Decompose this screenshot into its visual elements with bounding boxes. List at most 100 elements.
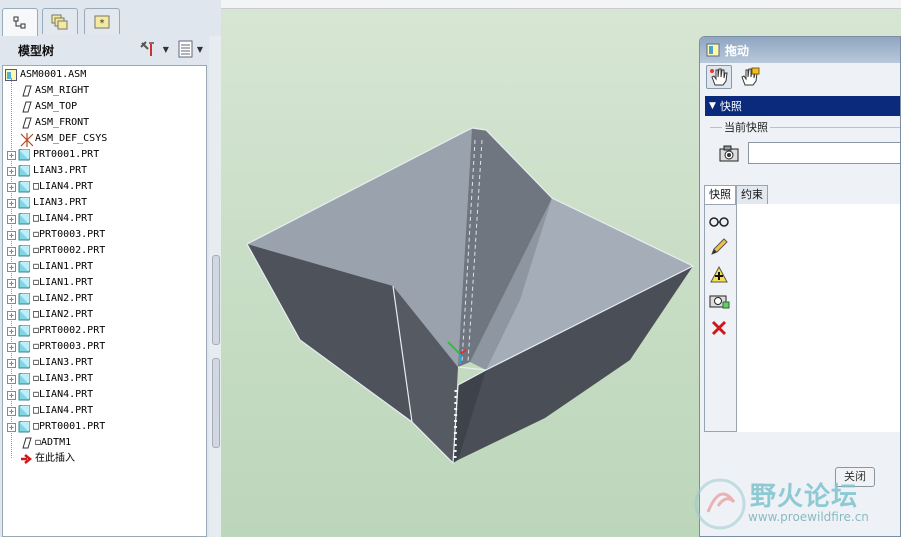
camera-snapshot-button[interactable] bbox=[708, 290, 730, 310]
tree-item[interactable]: + □PRT0001.PRT bbox=[7, 419, 207, 435]
view-snapshot-button[interactable] bbox=[708, 211, 730, 231]
part-icon bbox=[18, 244, 31, 257]
hand-body-icon bbox=[741, 67, 760, 86]
part-icon bbox=[18, 388, 31, 401]
tree-item[interactable]: + ◻LIAN2.PRT bbox=[7, 291, 207, 307]
tree-item[interactable]: + □LIAN4.PRT bbox=[7, 179, 207, 195]
tree-item-label: □PRT0001.PRT bbox=[33, 421, 106, 432]
tab-favorites[interactable]: * bbox=[84, 8, 120, 34]
tree-item[interactable]: ASM_TOP bbox=[7, 99, 207, 115]
tree-item[interactable]: + ◻PRT0003.PRT bbox=[7, 339, 207, 355]
watermark-logo-icon bbox=[694, 478, 746, 530]
tree-item[interactable]: + ◻PRT0002.PRT bbox=[7, 323, 207, 339]
tree-item-label: ASM0001.ASM bbox=[20, 69, 87, 80]
tree-item-label: ◻PRT0002.PRT bbox=[33, 325, 106, 336]
edit-snapshot-button[interactable] bbox=[708, 237, 730, 257]
tree-item[interactable]: + PRT0001.PRT bbox=[7, 147, 207, 163]
part-icon bbox=[18, 196, 31, 209]
part-icon bbox=[18, 404, 31, 417]
viewport-top-bar bbox=[221, 0, 901, 9]
tree-item[interactable]: ASM0001.ASM bbox=[5, 67, 205, 83]
tree-item-label: 在此插入 bbox=[35, 453, 75, 464]
tree-item-label: □LIAN2.PRT bbox=[33, 309, 94, 320]
tree-item[interactable]: + LIAN3.PRT bbox=[7, 163, 207, 179]
dialog-app-icon bbox=[706, 43, 720, 57]
hand-drag-icon bbox=[710, 68, 728, 86]
tree-item-label: ◻LIAN3.PRT bbox=[33, 357, 94, 368]
part-icon bbox=[18, 260, 31, 273]
datum-plane-icon bbox=[20, 101, 32, 113]
tree-item[interactable]: + ◻LIAN1.PRT bbox=[7, 275, 207, 291]
edit-pencil-icon bbox=[711, 238, 728, 255]
tree-item-label: ASM_FRONT bbox=[35, 117, 90, 128]
favorites-tab-icon: * bbox=[94, 15, 110, 29]
part-icon bbox=[18, 164, 31, 177]
drag-point-button[interactable] bbox=[706, 65, 732, 89]
csys-icon bbox=[20, 133, 34, 147]
tree-item-label: ◻PRT0003.PRT bbox=[33, 229, 106, 240]
tab-constraints[interactable]: 约束 bbox=[736, 185, 768, 204]
tree-item[interactable]: + ◻LIAN3.PRT bbox=[7, 355, 207, 371]
tab-snapshots[interactable]: 快照 bbox=[704, 185, 736, 204]
layers-tab-icon bbox=[51, 14, 68, 29]
navigator-tab-strip: * bbox=[0, 0, 221, 36]
forum-watermark: 野火论坛 www.proewildfire.cn bbox=[688, 470, 901, 537]
tree-item-label: ◻LIAN3.PRT bbox=[33, 373, 94, 384]
part-icon bbox=[18, 308, 31, 321]
tab-model-tree[interactable] bbox=[2, 8, 38, 36]
tree-item[interactable]: ASM_FRONT bbox=[7, 115, 207, 131]
tree-item[interactable]: + ◻LIAN3.PRT bbox=[7, 371, 207, 387]
tree-item[interactable]: + □LIAN4.PRT bbox=[7, 403, 207, 419]
tree-item[interactable]: ◻ADTM1 bbox=[7, 435, 207, 451]
watermark-title: 野火论坛 bbox=[750, 482, 859, 512]
part-icon bbox=[18, 340, 31, 353]
tree-item[interactable]: + □LIAN4.PRT bbox=[7, 211, 207, 227]
tree-item[interactable]: + LIAN3.PRT bbox=[7, 195, 207, 211]
tree-item-label: ASM_RIGHT bbox=[35, 85, 90, 96]
part-icon bbox=[18, 324, 31, 337]
dialog-title-bar[interactable]: 拖动 bbox=[700, 37, 900, 63]
dialog-title: 拖动 bbox=[725, 43, 750, 58]
splitter-grip-lower[interactable] bbox=[212, 358, 220, 448]
drag-dialog: 拖动 ▼ 快照 当前快照 快照 约束 关闭 bbox=[699, 36, 901, 537]
model-tree[interactable]: ASM0001.ASM ASM_RIGHT ASM_TOP ASM_FRONT ASM_… bbox=[2, 65, 207, 537]
tree-item-label: ASM_DEF_CSYS bbox=[35, 133, 108, 144]
tree-item-label: ◻PRT0003.PRT bbox=[33, 341, 106, 352]
tree-title: 模型树 bbox=[18, 43, 55, 58]
watermark-url: www.proewildfire.cn bbox=[748, 510, 869, 524]
snapshot-list[interactable] bbox=[736, 204, 900, 432]
tree-tools: ▼ ▼ bbox=[139, 40, 203, 58]
settings-tools-icon bbox=[139, 41, 154, 56]
drag-body-button[interactable] bbox=[736, 65, 762, 89]
datum-plane-icon bbox=[20, 117, 32, 129]
part-icon bbox=[18, 372, 31, 385]
tree-item[interactable]: + □LIAN2.PRT bbox=[7, 307, 207, 323]
take-snapshot-button[interactable] bbox=[718, 143, 740, 163]
tree-item[interactable]: 在此插入 bbox=[7, 451, 207, 467]
tree-item[interactable]: ASM_DEF_CSYS bbox=[7, 131, 207, 147]
tree-item[interactable]: + ◻PRT0002.PRT bbox=[7, 243, 207, 259]
current-snapshot-input[interactable] bbox=[748, 142, 900, 164]
tree-item-label: ◻LIAN1.PRT bbox=[33, 261, 94, 272]
tree-item[interactable]: + ◻PRT0003.PRT bbox=[7, 227, 207, 243]
show-list-button[interactable]: ▼ bbox=[177, 40, 203, 58]
camera-snapshot-icon bbox=[709, 295, 730, 309]
tab-layers[interactable] bbox=[42, 8, 78, 34]
delete-snapshot-button[interactable] bbox=[708, 318, 730, 338]
add-snapshot-button[interactable] bbox=[708, 265, 730, 285]
tree-item-label: □LIAN4.PRT bbox=[33, 405, 94, 416]
snapshot-section-header[interactable]: ▼ 快照 bbox=[705, 96, 900, 116]
settings-tools-button[interactable]: ▼ bbox=[139, 40, 169, 58]
tree-item-label: LIAN3.PRT bbox=[33, 165, 88, 176]
add-snapshot-icon bbox=[710, 265, 728, 283]
model-tree-tab-icon bbox=[13, 16, 26, 28]
tree-header: 模型树 ▼ ▼ bbox=[0, 36, 209, 64]
snapshot-section-label: 快照 bbox=[719, 100, 742, 113]
tree-item[interactable]: + ◻LIAN1.PRT bbox=[7, 259, 207, 275]
tree-item[interactable]: ASM_RIGHT bbox=[7, 83, 207, 99]
tree-item[interactable]: + ◻LIAN4.PRT bbox=[7, 387, 207, 403]
insert-here-arrow-icon bbox=[20, 453, 33, 465]
dialog-toolbar bbox=[706, 65, 762, 89]
dialog-tabs: 快照 约束 bbox=[704, 185, 768, 204]
splitter-grip-upper[interactable] bbox=[212, 255, 220, 345]
